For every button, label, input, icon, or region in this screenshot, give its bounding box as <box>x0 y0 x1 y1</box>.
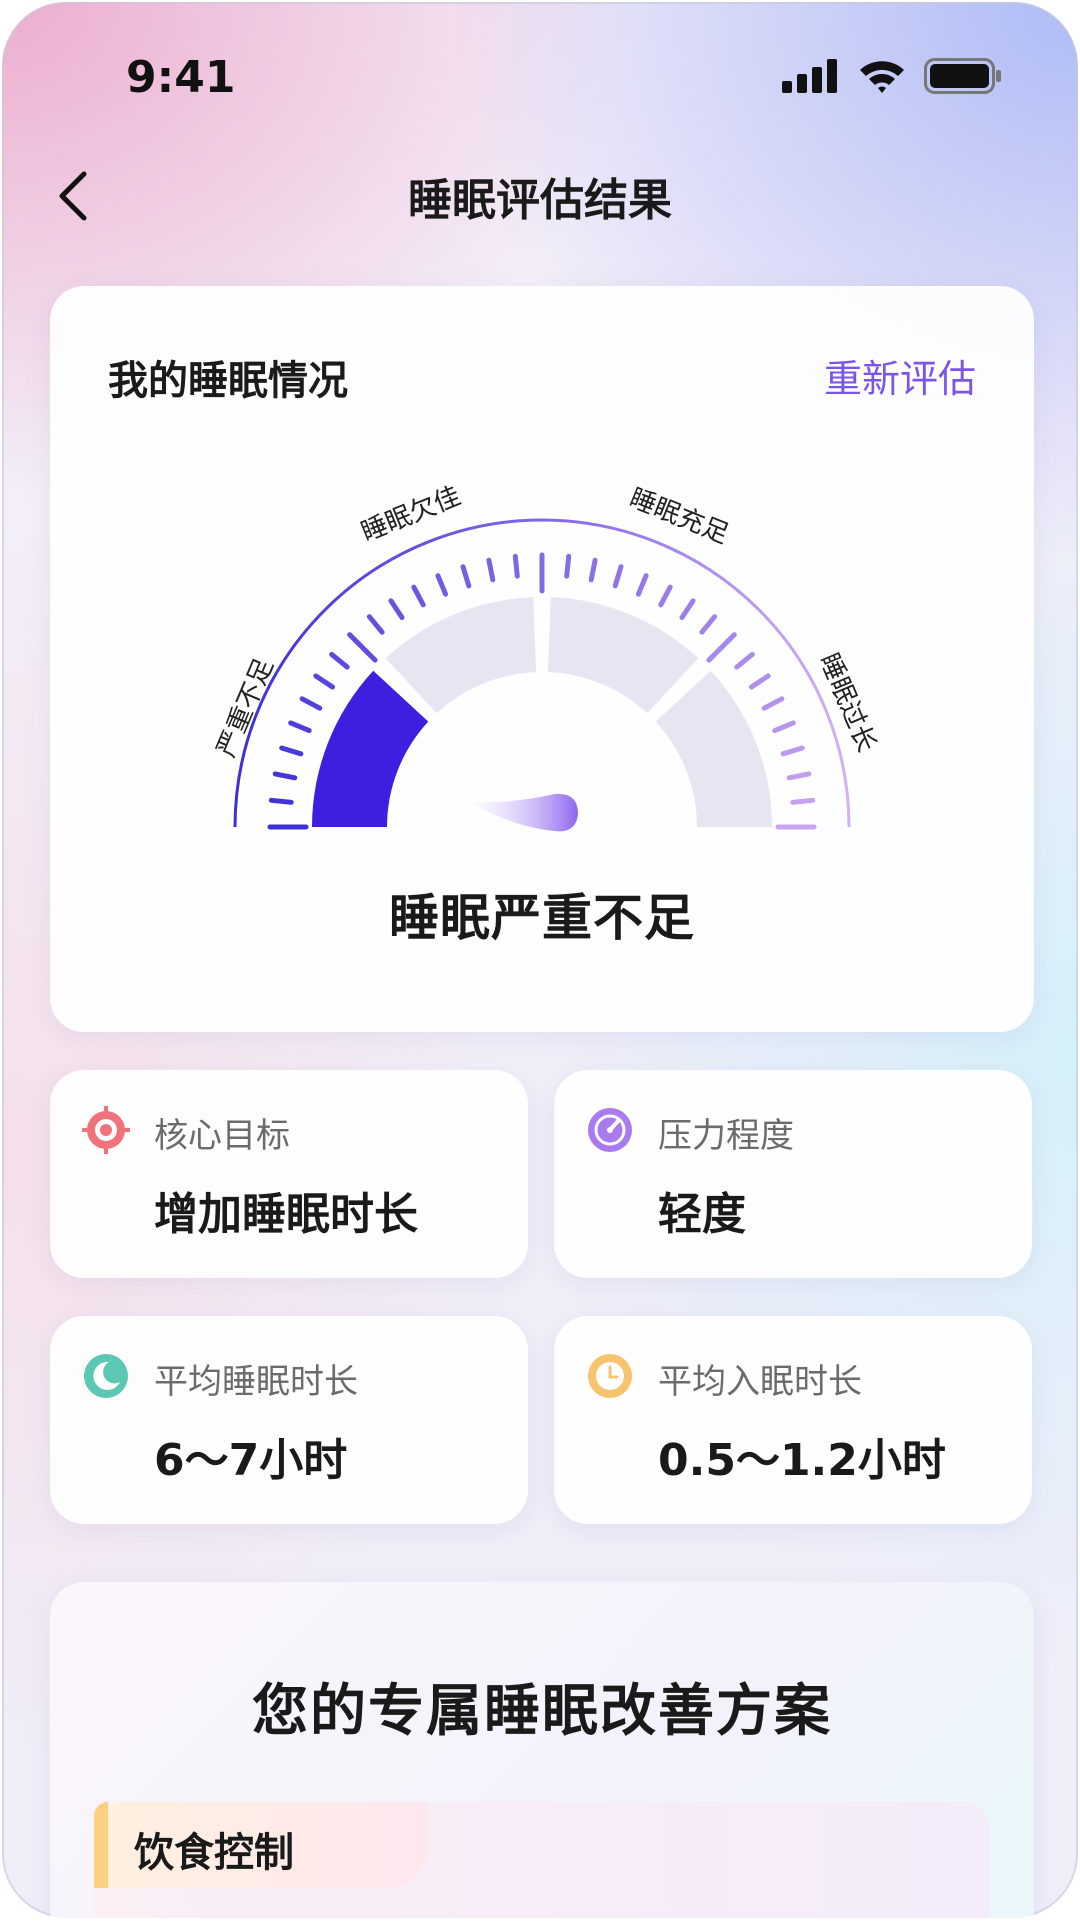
page-title: 睡眠评估结果 <box>408 175 672 226</box>
clock-icon <box>588 1354 632 1398</box>
gauge-segment-4 <box>655 670 772 827</box>
gauge-tick <box>564 553 572 579</box>
diet-section: 饮食控制 <box>94 1802 990 1918</box>
gauge-tick <box>279 745 304 757</box>
gauge-tick <box>734 651 755 670</box>
gauge-tick <box>411 584 426 608</box>
gauge-segment-1 <box>312 670 429 827</box>
stat-value: 轻度 <box>658 1189 746 1240</box>
tab-accent-bar <box>94 1802 108 1888</box>
gauge-tick <box>679 598 696 620</box>
stat-label: 平均睡眠时长 <box>154 1362 358 1402</box>
improvement-plan-card: 您的专属睡眠改善方案 饮食控制 <box>50 1582 1034 1918</box>
gauge-tick <box>790 797 816 805</box>
gauge-needle <box>470 793 578 832</box>
svg-text:z: z <box>112 1364 118 1375</box>
gauge-tick <box>761 696 785 711</box>
plan-title: 您的专属睡眠改善方案 <box>252 1666 832 1747</box>
status-icons <box>782 58 1002 94</box>
moon-icon: z <box>84 1354 128 1398</box>
battery-icon <box>924 58 1001 94</box>
stat-card-fall-asleep: 平均入眠时长 0.5～1.2小时 <box>554 1316 1032 1524</box>
sleep-status-card: 我的睡眠情况 重新评估 严重不足 睡眠欠佳 睡眠充足 睡眠过长 睡眠严重不足 <box>50 286 1034 1032</box>
sleep-result: 睡眠严重不足 <box>389 889 695 947</box>
gauge-tick <box>772 720 796 734</box>
gauge-tick <box>347 632 378 663</box>
gauge-tick <box>435 573 449 597</box>
gauge-tick <box>272 771 298 781</box>
wifi-icon <box>860 61 904 93</box>
gauge-tick <box>699 614 718 635</box>
stat-card-avg-sleep: z 平均睡眠时长 6～7小时 <box>50 1316 528 1524</box>
gauge-tick <box>366 614 385 635</box>
gauge-tick <box>299 696 323 711</box>
gauge-tick <box>486 557 496 583</box>
status-time: 9:41 <box>126 52 236 103</box>
stat-label: 压力程度 <box>658 1116 794 1156</box>
stat-value: 增加睡眠时长 <box>154 1189 418 1240</box>
gauge-tick <box>268 797 294 805</box>
gauge-tick <box>288 720 312 734</box>
gauge-tick <box>588 557 598 583</box>
gauge-tick <box>460 564 472 589</box>
gauge-tick <box>388 598 405 620</box>
signal-icon <box>782 59 837 93</box>
diet-tab-label: 饮食控制 <box>134 1830 294 1876</box>
gauge-tick <box>329 651 350 670</box>
gauge-segment-2 <box>385 597 537 714</box>
gauge-tick <box>512 553 520 579</box>
gauge-icon <box>588 1108 632 1152</box>
gauge-label-enough: 睡眠充足 <box>625 483 733 550</box>
plan-title-text: 您的专属睡眠改善方案 <box>252 1679 832 1744</box>
stat-card-stress: 压力程度 轻度 <box>554 1070 1032 1278</box>
gauge-tick <box>706 632 737 663</box>
target-icon <box>82 1106 130 1154</box>
gauge-segment-3 <box>547 597 699 714</box>
gauge-label-severe: 严重不足 <box>212 654 280 761</box>
gauge-tick <box>612 564 624 589</box>
diet-tab[interactable]: 饮食控制 <box>94 1802 428 1888</box>
gauge-tick <box>786 771 812 781</box>
gauge-tick <box>635 573 649 597</box>
gauge-label-poor: 睡眠欠佳 <box>357 481 465 548</box>
gauge-tick <box>749 673 771 690</box>
stat-label: 平均入眠时长 <box>658 1362 862 1402</box>
gauge-tick <box>313 673 335 690</box>
phone-screen: 9:41 睡眠评估结果 我的睡眠情况 重新评估 严重不足 睡眠欠佳 睡眠充足 睡… <box>2 2 1078 1918</box>
stat-card-core-goal: 核心目标 增加睡眠时长 <box>50 1070 528 1278</box>
stat-value: 0.5～1.2小时 <box>658 1435 946 1486</box>
stat-label: 核心目标 <box>154 1116 290 1156</box>
gauge-tick <box>780 745 805 757</box>
gauge-tick <box>658 584 673 608</box>
stat-value: 6～7小时 <box>154 1435 348 1486</box>
